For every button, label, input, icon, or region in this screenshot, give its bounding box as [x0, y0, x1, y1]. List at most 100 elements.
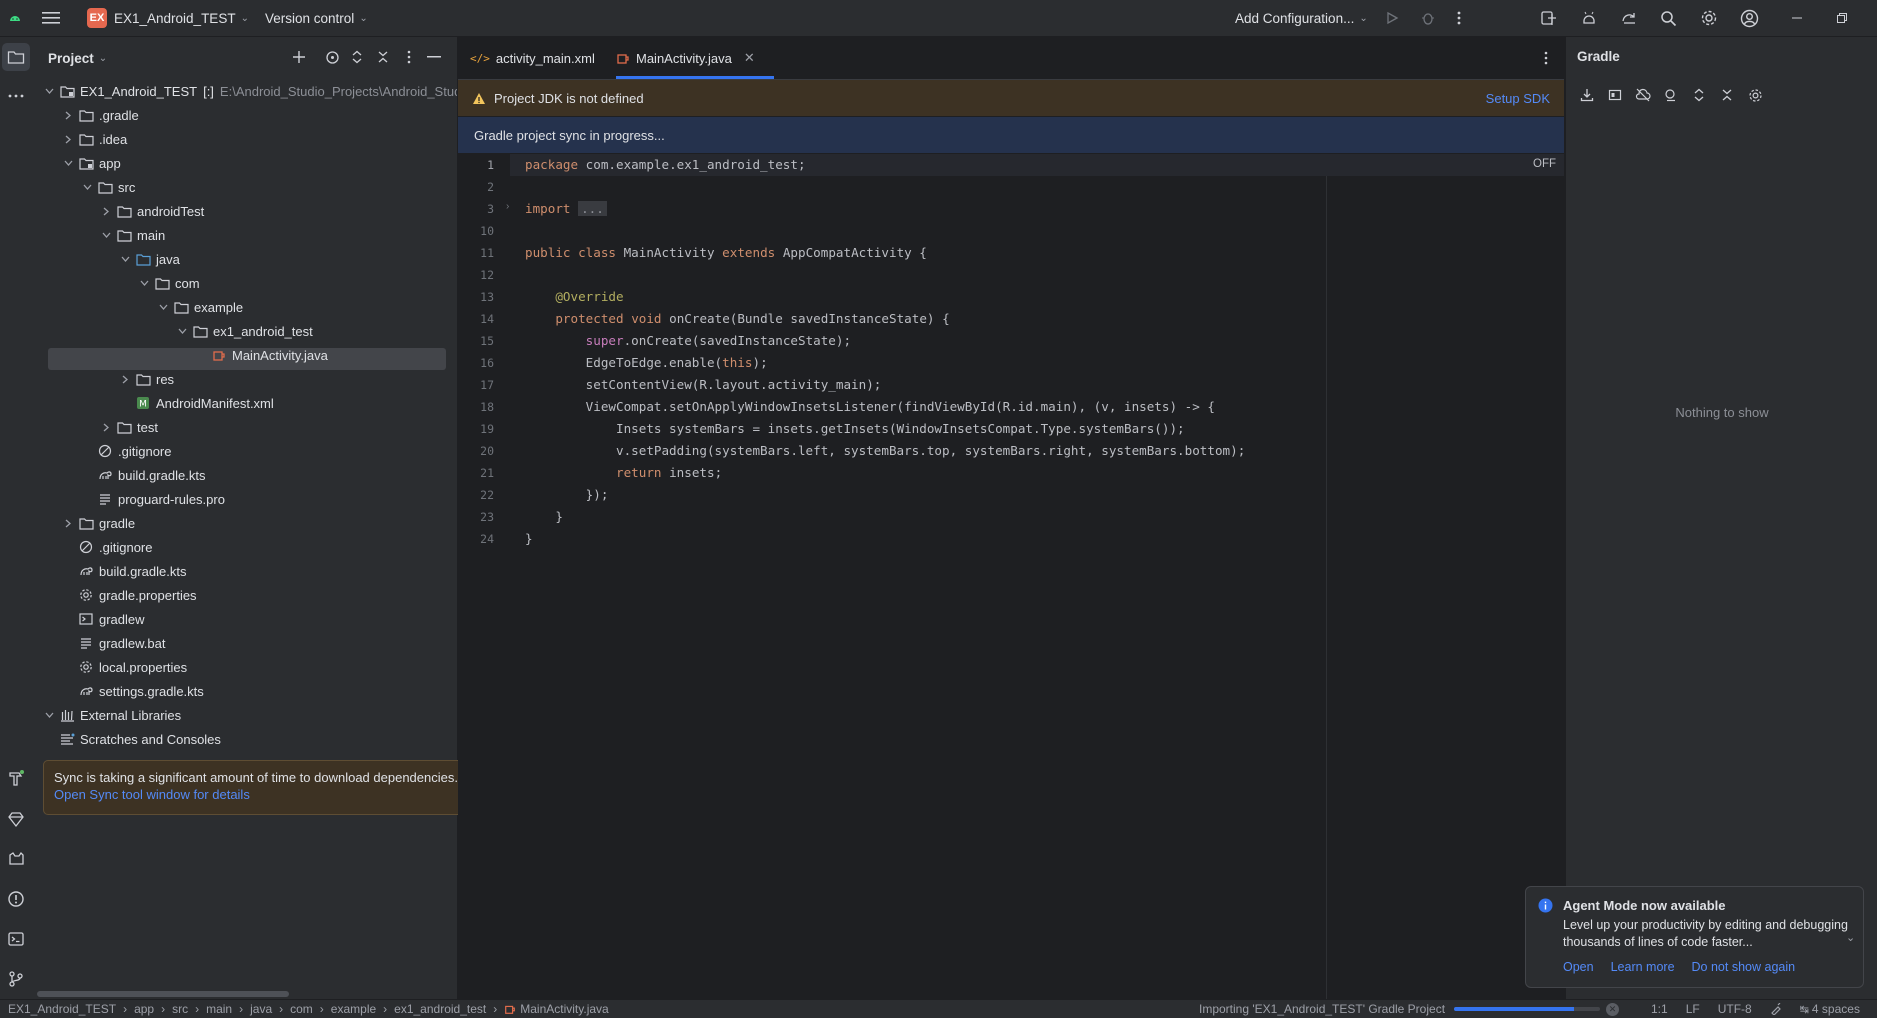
tree-item[interactable]: MainActivity.java: [195, 344, 328, 366]
background-task[interactable]: Importing 'EX1_Android_TEST' Gradle Proj…: [1199, 1000, 1620, 1018]
search-button[interactable]: [1660, 0, 1677, 36]
vcs-menu[interactable]: Version control ⌄: [265, 0, 368, 36]
tab-main-activity-java[interactable]: MainActivity.java ✕: [616, 37, 774, 79]
chevron-down-icon[interactable]: [119, 253, 131, 265]
tree-item[interactable]: EX1_Android_TEST [:] E:\Android_Studio_Pro…: [43, 80, 457, 102]
tree-item[interactable]: .idea: [62, 128, 127, 150]
tree-item[interactable]: .gitignore: [62, 536, 152, 558]
device-manager-button[interactable]: [1540, 0, 1558, 36]
breadcrumb-item[interactable]: java: [250, 1002, 272, 1016]
tree-item[interactable]: test: [100, 416, 158, 438]
tree-item[interactable]: proguard-rules.pro: [81, 488, 225, 510]
inlay-hints-off-toggle[interactable]: OFF: [1533, 158, 1556, 170]
expand-notification-icon[interactable]: ⌄: [1846, 931, 1855, 944]
chevron-right-icon[interactable]: [100, 205, 112, 217]
chevron-right-icon[interactable]: [62, 517, 74, 529]
code-line[interactable]: return insets;: [525, 462, 722, 484]
gemini-tool-button[interactable]: [2, 805, 30, 833]
more-tool-windows-button[interactable]: [2, 82, 30, 110]
expand-all-button[interactable]: [1685, 81, 1713, 109]
tree-item[interactable]: External Libraries: [43, 704, 181, 726]
account-button[interactable]: [1740, 0, 1759, 36]
breadcrumb-item[interactable]: EX1_Android_TEST: [8, 1002, 116, 1016]
tree-item[interactable]: build.gradle.kts: [81, 464, 205, 486]
chevron-right-icon[interactable]: [62, 109, 74, 121]
tree-item[interactable]: app: [62, 152, 121, 174]
indent-setting[interactable]: ↹ 4 spaces: [1800, 1002, 1860, 1016]
terminal-tool-button[interactable]: [2, 925, 30, 953]
tree-item[interactable]: gradlew.bat: [62, 632, 166, 654]
chevron-down-icon[interactable]: [43, 709, 55, 721]
breadcrumb-item[interactable]: example: [331, 1002, 376, 1016]
more-actions-button[interactable]: [1457, 0, 1461, 36]
add-file-button[interactable]: [285, 43, 313, 71]
tree-item[interactable]: .gradle: [62, 104, 139, 126]
project-selector[interactable]: EX EX1_Android_TEST ⌄: [87, 0, 249, 36]
open-sync-window-link[interactable]: Open Sync tool window for details: [54, 787, 464, 802]
tree-item[interactable]: java: [119, 248, 180, 270]
tab-activity-main-xml[interactable]: </> activity_main.xml: [470, 37, 595, 79]
breadcrumb-item[interactable]: src: [172, 1002, 188, 1016]
execute-task-button[interactable]: [1601, 81, 1629, 109]
analyze-dependencies-button[interactable]: [1657, 81, 1685, 109]
breadcrumb-item[interactable]: ex1_android_test: [394, 1002, 486, 1016]
code-line[interactable]: Insets systemBars = insets.getInsets(Win…: [525, 418, 1185, 440]
code-line[interactable]: @Override: [525, 286, 623, 308]
collapse-all-button[interactable]: [1713, 81, 1741, 109]
tree-item[interactable]: gradlew: [62, 608, 145, 630]
build-tool-button[interactable]: [2, 764, 30, 792]
tree-item[interactable]: local.properties: [62, 656, 187, 678]
do-not-show-again-link[interactable]: Do not show again: [1692, 960, 1796, 974]
tree-item[interactable]: main: [100, 224, 165, 246]
tree-item[interactable]: androidTest: [100, 200, 204, 222]
code-line[interactable]: super.onCreate(savedInstanceState);: [525, 330, 851, 352]
restore-button[interactable]: [1836, 0, 1848, 36]
expand-all-button[interactable]: [343, 43, 371, 71]
tree-item[interactable]: gradle: [62, 512, 135, 534]
tree-item[interactable]: res: [119, 368, 174, 390]
version-control-tool-button[interactable]: [2, 965, 30, 993]
breadcrumb-item[interactable]: com: [290, 1002, 313, 1016]
select-opened-file-button[interactable]: [318, 43, 346, 71]
project-tool-button[interactable]: [2, 43, 30, 71]
fold-chevron-icon[interactable]: ›: [506, 201, 509, 212]
logcat-tool-button[interactable]: [2, 845, 30, 873]
horizontal-scrollbar[interactable]: [37, 991, 289, 997]
tree-item[interactable]: build.gradle.kts: [62, 560, 186, 582]
code-line[interactable]: }: [525, 506, 563, 528]
collapse-all-button[interactable]: [369, 43, 397, 71]
open-action-link[interactable]: Open: [1563, 960, 1594, 974]
reload-projects-button[interactable]: [1573, 81, 1601, 109]
breadcrumb-item[interactable]: app: [134, 1002, 154, 1016]
line-separator[interactable]: LF: [1686, 1002, 1700, 1016]
run-button[interactable]: [1385, 0, 1399, 36]
tree-item[interactable]: Scratches and Consoles: [43, 728, 221, 750]
chevron-down-icon[interactable]: [43, 85, 55, 97]
tree-item[interactable]: com: [138, 272, 200, 294]
chevron-down-icon[interactable]: [100, 229, 112, 241]
offline-mode-button[interactable]: [1629, 81, 1657, 109]
project-view-selector[interactable]: Project ⌄: [48, 49, 107, 67]
file-encoding[interactable]: UTF-8: [1718, 1002, 1752, 1016]
chevron-down-icon[interactable]: [176, 325, 188, 337]
settings-button[interactable]: [1700, 0, 1718, 36]
minimize-button[interactable]: [1791, 0, 1803, 36]
hide-panel-button[interactable]: [420, 43, 448, 71]
code-line[interactable]: import ...: [525, 198, 607, 220]
tree-item[interactable]: .gitignore: [81, 440, 171, 462]
code-line[interactable]: package com.example.ex1_android_test;: [525, 154, 806, 176]
breadcrumb-item[interactable]: MainActivity.java: [520, 1002, 608, 1016]
sync-project-button[interactable]: [1620, 0, 1638, 36]
close-tab-icon[interactable]: ✕: [744, 50, 755, 66]
chevron-down-icon[interactable]: [138, 277, 150, 289]
run-configuration-selector[interactable]: Add Configuration... ⌄: [1235, 0, 1368, 36]
tree-item[interactable]: ex1_android_test: [176, 320, 313, 342]
setup-sdk-link[interactable]: Setup SDK: [1486, 91, 1550, 106]
learn-more-link[interactable]: Learn more: [1611, 960, 1675, 974]
main-menu-button[interactable]: [42, 0, 60, 36]
code-line[interactable]: v.setPadding(systemBars.left, systemBars…: [525, 440, 1245, 462]
readonly-toggle-icon[interactable]: [1770, 1003, 1782, 1015]
code-line[interactable]: ViewCompat.setOnApplyWindowInsetsListene…: [525, 396, 1215, 418]
problems-tool-button[interactable]: [2, 885, 30, 913]
chevron-down-icon[interactable]: [81, 181, 93, 193]
